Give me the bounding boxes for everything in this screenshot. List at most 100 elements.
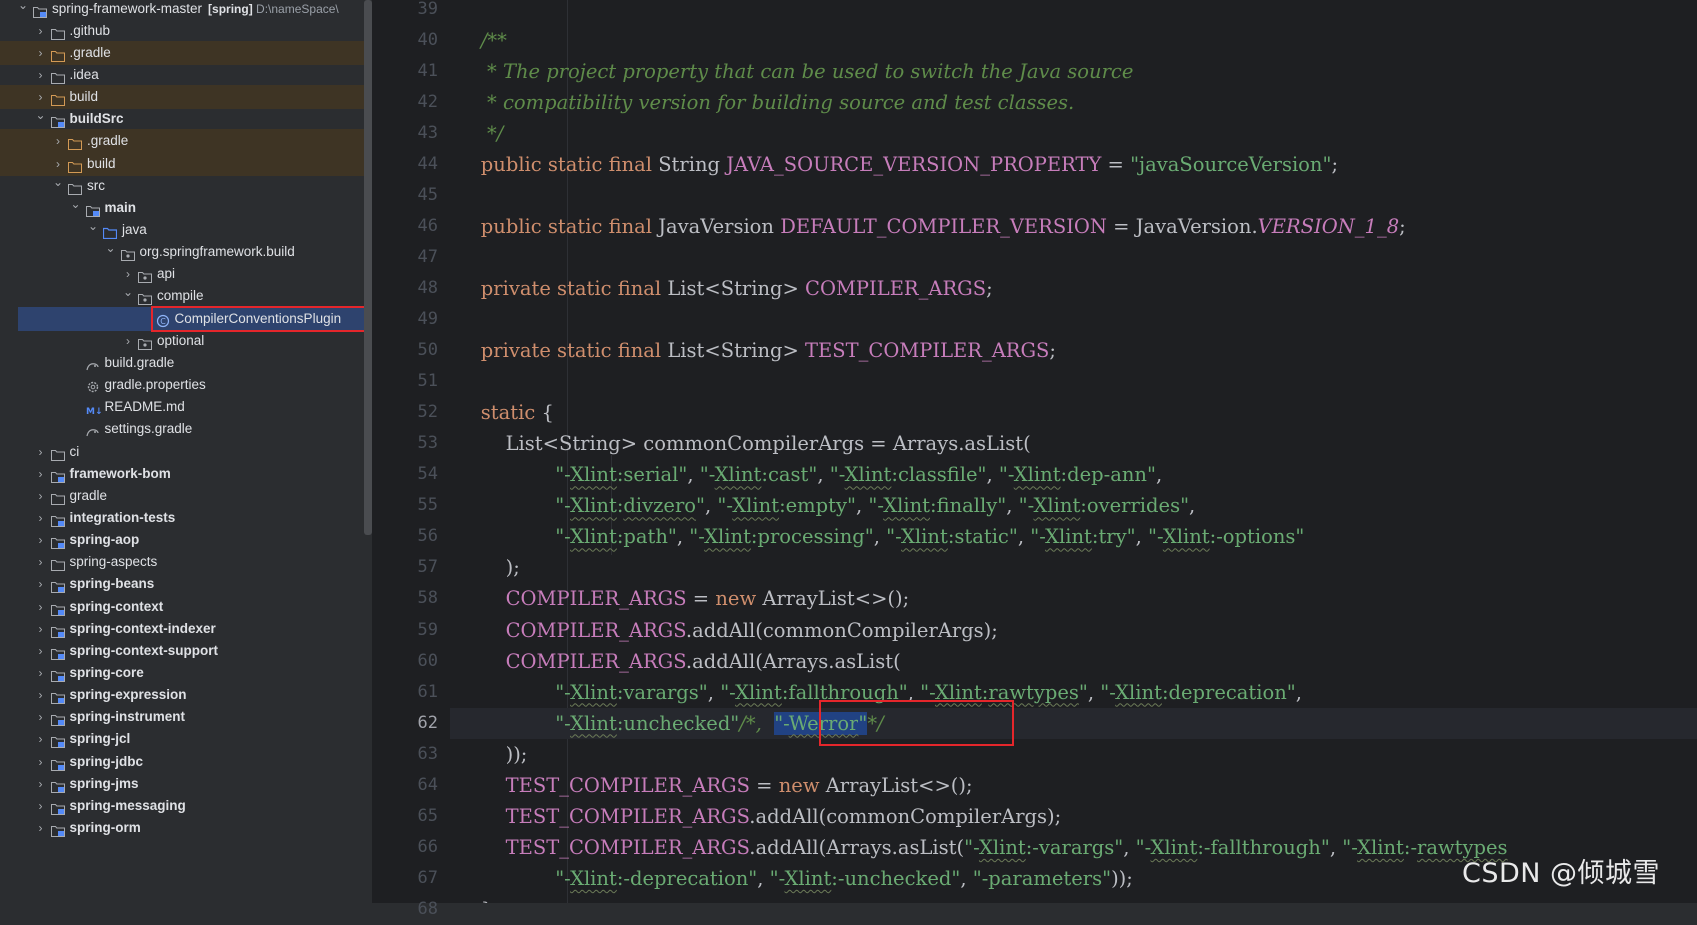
chevron-right-icon[interactable]: › <box>34 816 48 840</box>
code-line[interactable]: * compatibility version for building sou… <box>456 87 1074 118</box>
chevron-right-icon[interactable]: › <box>34 41 48 65</box>
module-folder-icon <box>50 533 65 550</box>
tree-item-readme-md[interactable]: M↓ README.md <box>0 395 366 419</box>
chevron-right-icon[interactable]: › <box>34 85 48 109</box>
tree-item-build[interactable]: › build <box>0 151 366 176</box>
tree-item-optional[interactable]: › optional <box>0 329 366 353</box>
chevron-down-icon[interactable]: ⌄ <box>51 174 65 198</box>
tree-item-java[interactable]: ⌄ java <box>0 218 366 242</box>
code-line[interactable]: COMPILER_ARGS.addAll(Arrays.asList( <box>456 646 901 677</box>
chevron-right-icon[interactable]: › <box>121 262 135 286</box>
code-line[interactable]: COMPILER_ARGS = new ArrayList<>(); <box>456 583 910 614</box>
chevron-right-icon[interactable]: › <box>34 19 48 43</box>
code-token: Xlint <box>570 866 617 890</box>
tree-item-spring-jdbc[interactable]: › spring-jdbc <box>0 750 366 774</box>
tree-item-spring-context-indexer[interactable]: › spring-context-indexer <box>0 617 366 641</box>
chevron-right-icon[interactable]: › <box>34 550 48 574</box>
chevron-right-icon[interactable]: › <box>34 617 48 641</box>
chevron-down-icon[interactable]: ⌄ <box>69 196 83 220</box>
code-line[interactable]: * The project property that can be used … <box>456 56 1133 87</box>
tree-item-gradle-properties[interactable]: gradle.properties <box>0 373 366 397</box>
code-line[interactable]: TEST_COMPILER_ARGS.addAll(Arrays.asList(… <box>456 832 1508 863</box>
chevron-right-icon[interactable]: › <box>34 595 48 619</box>
chevron-right-icon[interactable]: › <box>34 683 48 707</box>
chevron-right-icon[interactable]: › <box>34 705 48 729</box>
tree-item-build-gradle[interactable]: build.gradle <box>0 351 366 375</box>
code-line[interactable]: /** <box>456 25 507 56</box>
tree-item-label: buildSrc <box>69 111 124 127</box>
tree-item-spring-beans[interactable]: › spring-beans <box>0 572 366 596</box>
tree-item-spring-aop[interactable]: › spring-aop <box>0 528 366 552</box>
tree-item-buildsrc[interactable]: ⌄ buildSrc <box>0 107 366 131</box>
chevron-right-icon[interactable]: › <box>51 129 65 153</box>
tree-item-spring-context[interactable]: › spring-context <box>0 595 366 619</box>
chevron-down-icon[interactable]: ⌄ <box>34 107 48 131</box>
code-line[interactable]: "-Xlint:divzero", "-Xlint:empty", "-Xlin… <box>456 490 1195 521</box>
tree-item-spring-expression[interactable]: › spring-expression <box>0 683 366 707</box>
chevron-down-icon[interactable]: ⌄ <box>86 218 100 242</box>
tree-item-src[interactable]: ⌄ src <box>0 174 366 198</box>
tree-item-spring-framework-master[interactable]: ⌄ spring-framework-master [spring] D:\name… <box>0 0 366 21</box>
tree-item-spring-aspects[interactable]: › spring-aspects <box>0 550 366 574</box>
chevron-down-icon[interactable]: ⌄ <box>121 284 135 308</box>
tree-item-gradle[interactable]: › gradle <box>0 484 366 508</box>
chevron-right-icon[interactable]: › <box>34 572 48 596</box>
code-line[interactable]: */ <box>456 118 503 149</box>
chevron-down-icon[interactable]: ⌄ <box>16 0 30 21</box>
code-line[interactable]: private static final List<String> TEST_C… <box>456 335 1056 366</box>
tree-item-build[interactable]: › build <box>0 85 366 110</box>
code-line[interactable]: TEST_COMPILER_ARGS.addAll(commonCompiler… <box>456 801 1062 832</box>
line-number: 53 <box>417 433 438 454</box>
tree-item-gradle[interactable]: › .gradle <box>0 129 366 154</box>
code-line[interactable]: "-Xlint:path", "-Xlint:processing", "-Xl… <box>456 521 1304 552</box>
code-line[interactable]: "-Xlint:-deprecation", "-Xlint:-unchecke… <box>456 863 1133 894</box>
tree-item-framework-bom[interactable]: › framework-bom <box>0 462 366 486</box>
tree-item-api[interactable]: › api <box>0 262 366 286</box>
chevron-right-icon[interactable]: › <box>51 152 65 176</box>
code-line[interactable]: COMPILER_ARGS.addAll(commonCompilerArgs)… <box>456 615 998 646</box>
chevron-right-icon[interactable]: › <box>34 462 48 486</box>
code-line[interactable]: List<String> commonCompilerArgs = Arrays… <box>456 428 1031 459</box>
chevron-down-icon[interactable]: ⌄ <box>104 240 118 264</box>
tree-item-spring-context-support[interactable]: › spring-context-support <box>0 639 366 663</box>
tree-item-settings-gradle[interactable]: settings.gradle <box>0 417 366 441</box>
code-line[interactable]: "-Xlint:serial", "-Xlint:cast", "-Xlint:… <box>456 459 1162 490</box>
chevron-right-icon[interactable]: › <box>34 727 48 751</box>
tree-item-main[interactable]: ⌄ main <box>0 196 366 220</box>
chevron-right-icon[interactable]: › <box>34 772 48 796</box>
code-line[interactable]: static { <box>456 397 554 428</box>
tree-item-org-springframework-build[interactable]: ⌄ org.springframework.build <box>0 240 366 264</box>
code-line[interactable]: TEST_COMPILER_ARGS = new ArrayList<>(); <box>456 770 973 801</box>
tree-item-spring-instrument[interactable]: › spring-instrument <box>0 705 366 729</box>
code-line[interactable]: public static final String JAVA_SOURCE_V… <box>456 149 1338 180</box>
project-tree-scrollbar[interactable] <box>364 0 372 535</box>
chevron-right-icon[interactable]: › <box>34 661 48 685</box>
code-line[interactable]: ); <box>456 552 520 583</box>
tree-item-idea[interactable]: › .idea <box>0 63 366 87</box>
tree-item-path-suffix: [spring] D:\nameSpace\ <box>208 2 339 16</box>
chevron-right-icon[interactable]: › <box>34 484 48 508</box>
tree-item-integration-tests[interactable]: › integration-tests <box>0 506 366 530</box>
chevron-right-icon[interactable]: › <box>34 63 48 87</box>
tree-item-spring-messaging[interactable]: › spring-messaging <box>0 794 366 818</box>
chevron-right-icon[interactable]: › <box>34 639 48 663</box>
code-line[interactable]: public static final JavaVersion DEFAULT_… <box>456 211 1406 242</box>
chevron-right-icon[interactable]: › <box>121 329 135 353</box>
tree-item-spring-core[interactable]: › spring-core <box>0 661 366 685</box>
chevron-right-icon[interactable]: › <box>34 750 48 774</box>
tree-item-spring-jms[interactable]: › spring-jms <box>0 772 366 796</box>
chevron-right-icon[interactable]: › <box>34 440 48 464</box>
code-line[interactable]: )); <box>456 739 528 770</box>
code-line[interactable]: private static final List<String> COMPIL… <box>456 273 993 304</box>
tree-item-spring-jcl[interactable]: › spring-jcl <box>0 727 366 751</box>
code-editor[interactable]: /** * The project property that can be u… <box>450 0 1697 903</box>
chevron-right-icon[interactable]: › <box>34 506 48 530</box>
code-line[interactable]: } <box>456 894 493 903</box>
chevron-right-icon[interactable]: › <box>34 528 48 552</box>
tree-item-spring-orm[interactable]: › spring-orm <box>0 816 366 840</box>
tree-item-github[interactable]: › .github <box>0 19 366 43</box>
chevron-right-icon[interactable]: › <box>34 794 48 818</box>
gradle-file-icon <box>85 356 100 371</box>
tree-item-gradle[interactable]: › .gradle <box>0 40 366 65</box>
tree-item-ci[interactable]: › ci <box>0 440 366 464</box>
